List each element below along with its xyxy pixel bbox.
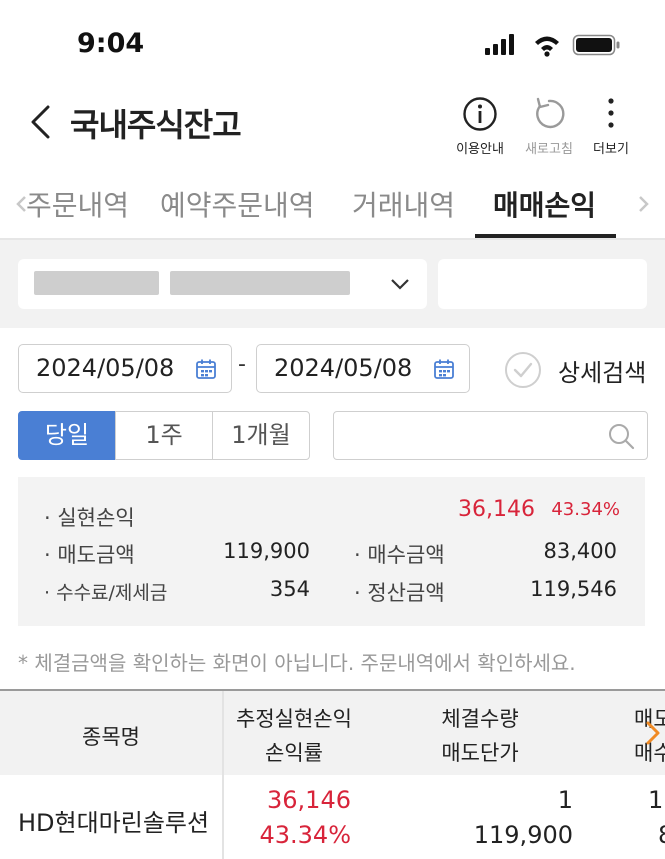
wifi-icon bbox=[535, 36, 559, 57]
masked-account-name bbox=[170, 271, 350, 295]
row-est-pl: 36,146 bbox=[267, 786, 351, 814]
tab-reserved-orders[interactable]: 예약주문내역 bbox=[160, 184, 315, 224]
more-icon bbox=[608, 98, 614, 128]
tab-transactions[interactable]: 거래내역 bbox=[352, 184, 455, 224]
fee-tax-label: · 수수료/제세금 bbox=[44, 582, 168, 604]
status-icons bbox=[485, 34, 620, 57]
detail-search-label[interactable]: 상세검색 bbox=[558, 353, 646, 388]
battery-icon bbox=[572, 34, 620, 56]
date-separator: - bbox=[238, 352, 246, 377]
end-date-value: 2024/05/08 bbox=[274, 354, 413, 382]
row-buy-amount: 8 bbox=[658, 821, 665, 849]
masked-account-number bbox=[34, 271, 159, 295]
start-date-field[interactable]: 2024/05/08 bbox=[18, 344, 232, 393]
settlement-label: · 정산금액 bbox=[354, 581, 445, 605]
sell-amount-value: 119,900 bbox=[223, 539, 310, 563]
refresh-label: 새로고침 bbox=[525, 142, 573, 157]
account-password-field[interactable] bbox=[438, 259, 647, 309]
signal-icon bbox=[485, 34, 514, 55]
tab-trading-pl[interactable]: 매매손익 bbox=[493, 184, 596, 224]
col-pl-rate: 손익률 bbox=[265, 741, 323, 765]
period-1month-button[interactable]: 1개월 bbox=[212, 411, 310, 460]
more-button[interactable]: 더보기 bbox=[588, 96, 634, 157]
row-sell-amount: 11 bbox=[648, 786, 665, 814]
calendar-icon bbox=[196, 359, 216, 379]
fee-tax-value: 354 bbox=[269, 577, 310, 601]
realized-pl-value: 36,146 bbox=[458, 497, 535, 522]
notice-text: * 체결금액을 확인하는 화면이 아닙니다. 주문내역에서 확인하세요. bbox=[18, 651, 576, 675]
tab-bar: 주문내역 예약주문내역 거래내역 매매손익 bbox=[0, 166, 665, 240]
refresh-button[interactable]: 새로고침 bbox=[520, 96, 578, 157]
buy-amount-value: 83,400 bbox=[543, 539, 617, 563]
table-row[interactable]: HD현대마린솔루션 36,146 43.34% 1 119,900 11 8 bbox=[0, 775, 665, 859]
row-exec-qty: 1 bbox=[557, 786, 573, 814]
active-tab-indicator bbox=[475, 234, 616, 238]
pl-summary-panel: · 실현손익 36,146 43.34% · 매도금액 119,900 · 매수… bbox=[18, 477, 645, 626]
tab-scroll-right-icon[interactable] bbox=[637, 194, 651, 214]
period-1week-button[interactable]: 1주 bbox=[115, 411, 213, 460]
row-pl-rate: 43.34% bbox=[259, 821, 351, 849]
guide-button[interactable]: 이용안내 bbox=[452, 96, 508, 157]
detail-search-checkbox[interactable] bbox=[504, 351, 542, 389]
realized-pl-rate: 43.34% bbox=[551, 499, 620, 520]
period-today-button[interactable]: 당일 bbox=[18, 411, 116, 460]
col-est-realized-pl: 추정실현손익 bbox=[236, 707, 352, 731]
table-scroll-right-icon[interactable] bbox=[644, 719, 662, 747]
search-icon[interactable] bbox=[607, 422, 635, 450]
realized-pl-label: · 실현손익 bbox=[44, 506, 135, 530]
row-stock-name: HD현대마린솔루션 bbox=[18, 809, 210, 837]
back-icon[interactable] bbox=[28, 104, 56, 140]
tab-order-history[interactable]: 주문내역 bbox=[26, 184, 129, 224]
table-header: 종목명 추정실현손익 손익률 체결수량 매도단가 매도 매수 bbox=[0, 689, 665, 859]
col-stock-name: 종목명 bbox=[82, 725, 140, 749]
start-date-value: 2024/05/08 bbox=[36, 354, 175, 382]
col-sell-price: 매도단가 bbox=[441, 741, 519, 765]
chevron-down-icon bbox=[391, 279, 409, 290]
page-title: 국내주식잔고 bbox=[70, 106, 242, 144]
settlement-value: 119,546 bbox=[530, 577, 617, 601]
status-time: 9:04 bbox=[77, 28, 145, 59]
account-select[interactable] bbox=[18, 259, 427, 309]
buy-amount-label: · 매수금액 bbox=[354, 543, 445, 567]
calendar-icon bbox=[434, 359, 454, 379]
end-date-field[interactable]: 2024/05/08 bbox=[256, 344, 470, 393]
col-exec-qty: 체결수량 bbox=[441, 707, 519, 731]
sell-amount-label: · 매도금액 bbox=[44, 543, 135, 567]
info-icon bbox=[463, 97, 497, 131]
more-label: 더보기 bbox=[593, 142, 629, 157]
row-sell-price: 119,900 bbox=[473, 821, 573, 849]
stock-search-input[interactable] bbox=[333, 411, 648, 460]
refresh-icon bbox=[536, 97, 565, 129]
guide-label: 이용안내 bbox=[456, 142, 504, 157]
